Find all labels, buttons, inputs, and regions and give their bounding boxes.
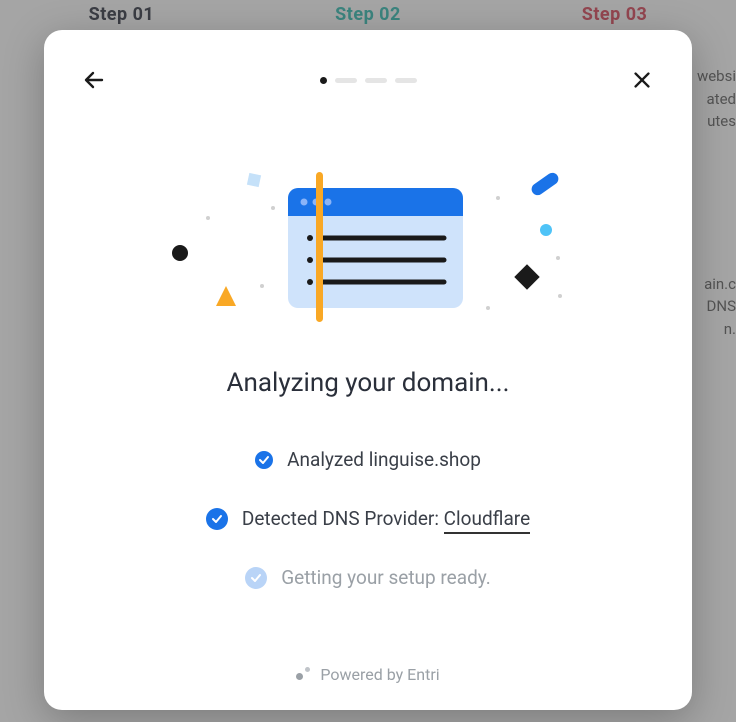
stepper-bar (365, 78, 387, 83)
stepper-bar (395, 78, 417, 83)
dns-provider-value: Cloudflare (444, 507, 530, 534)
domain-analysis-illustration (158, 158, 578, 338)
stepper-dot-active (320, 77, 327, 84)
modal-title: Analyzing your domain... (227, 368, 510, 398)
check-icon (245, 567, 267, 589)
back-icon[interactable] (80, 66, 108, 94)
progress-stepper (320, 77, 417, 84)
entri-logo-icon (296, 667, 312, 683)
analyze-domain-modal: Analyzing your domain... Analyzed lingui… (44, 30, 692, 710)
check-icon (206, 508, 228, 530)
close-icon[interactable] (628, 66, 656, 94)
stepper-bar (335, 78, 357, 83)
powered-by: Powered by Entri (296, 665, 439, 690)
check-icon (255, 451, 273, 469)
status-analyzed: Analyzed linguise.shop (255, 448, 481, 471)
status-dns-provider: Detected DNS Provider: Cloudflare (206, 507, 530, 530)
status-setup-ready: Getting your setup ready. (245, 566, 491, 589)
status-list: Analyzed linguise.shop Detected DNS Prov… (206, 448, 530, 589)
